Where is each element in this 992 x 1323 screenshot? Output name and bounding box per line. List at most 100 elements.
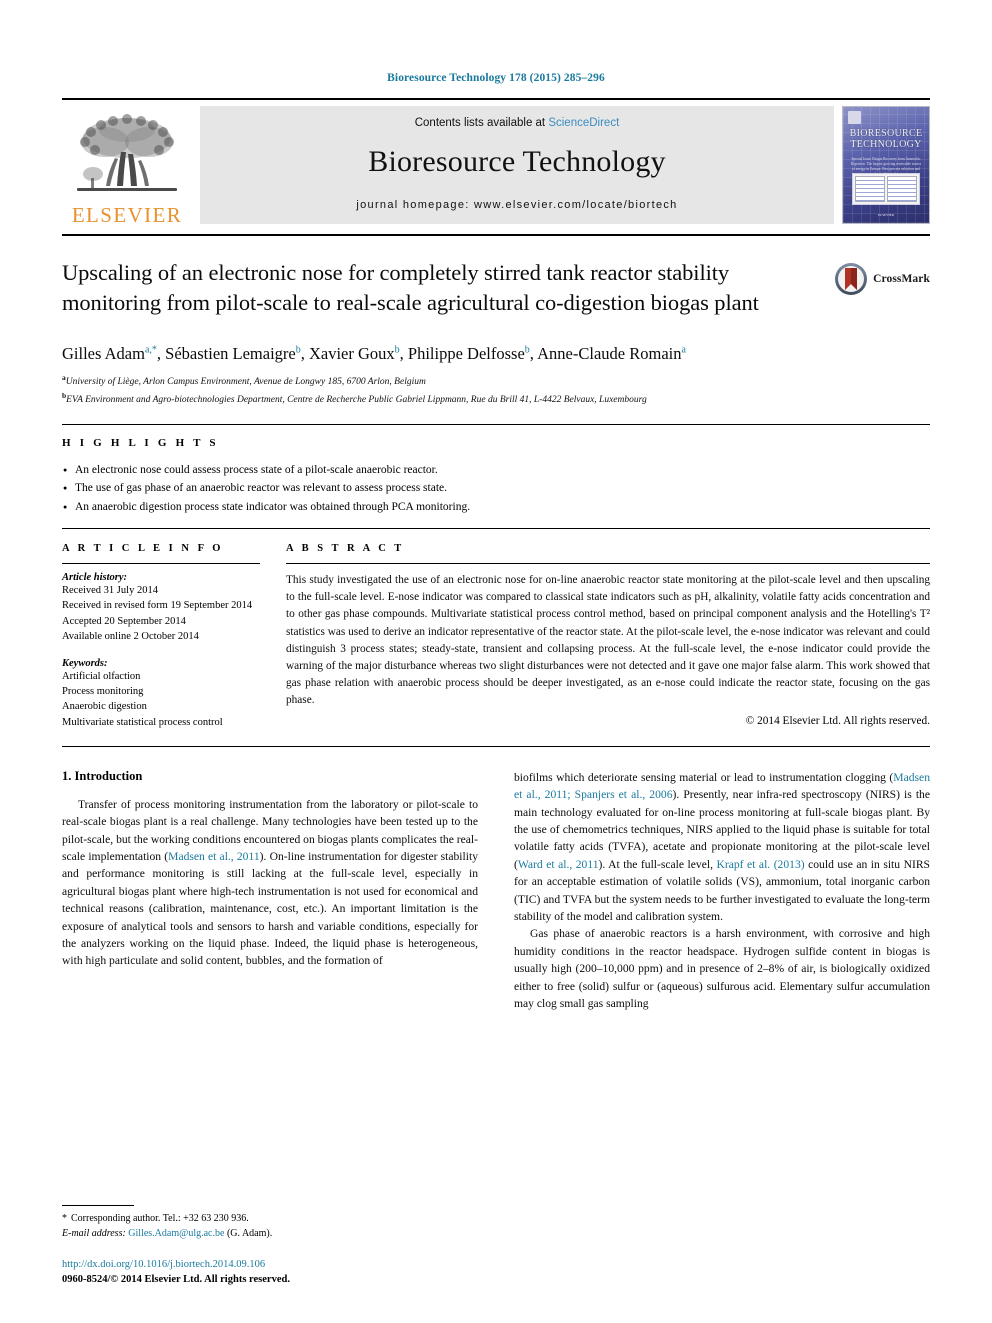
doi-block: http://dx.doi.org/10.1016/j.biortech.201… (62, 1257, 480, 1287)
author-name: Anne-Claude Romain (537, 343, 682, 363)
contents-available-line: Contents lists available at ScienceDirec… (415, 117, 620, 129)
keyword-item: Artificial olfaction (62, 670, 141, 682)
email-label: E-mail address: (62, 1227, 126, 1239)
info-abstract-section: A R T I C L E I N F O Article history: R… (62, 528, 930, 730)
author-name: Philippe Delfosse (407, 343, 525, 363)
history-online: Available online 2 October 2014 (62, 630, 199, 642)
abstract-copyright: © 2014 Elsevier Ltd. All rights reserved… (745, 715, 930, 728)
highlights-list: An electronic nose could assess process … (62, 461, 930, 516)
intro-paragraph-right-2: Gas phase of anaerobic reactors is a har… (514, 927, 930, 1010)
email-suffix: (G. Adam). (226, 1227, 273, 1239)
author-1: Sébastien Lemaigreb (165, 344, 301, 363)
running-head: Bioresource Technology 178 (2015) 285–29… (387, 72, 605, 84)
author-marks: a (681, 344, 686, 356)
email-link[interactable]: Gilles.Adam@ulg.ac.be (128, 1228, 224, 1239)
highlight-item: An anaerobic digestion process state ind… (62, 498, 930, 517)
intro-text-b: ). On-line instrumentation for digester … (62, 850, 478, 968)
journal-band: Contents lists available at ScienceDirec… (200, 106, 834, 224)
author-4: Anne-Claude Romaina (537, 344, 686, 363)
crossmark-column: CrossMark (812, 258, 930, 408)
author-3: Philippe Delfosseb (408, 344, 530, 363)
highlight-item: The use of gas phase of an anaerobic rea… (62, 479, 930, 498)
sciencedirect-link[interactable]: ScienceDirect (548, 117, 619, 129)
abstract-heading: A B S T R A C T (286, 543, 405, 555)
cover-title: BIORESOURCE TECHNOLOGY (843, 128, 929, 150)
issn-copyright: 0960-8524/© 2014 Elsevier Ltd. All right… (62, 1273, 290, 1285)
article-first-page: Bioresource Technology 178 (2015) 285–29… (0, 0, 992, 1323)
intro-text-a: biofilms which deteriorate sensing mater… (514, 770, 894, 784)
article-info-divider (62, 563, 260, 565)
body-column-left: 1. Introduction Transfer of process moni… (62, 769, 478, 1012)
doi-link[interactable]: http://dx.doi.org/10.1016/j.biortech.201… (62, 1257, 480, 1272)
highlight-item: An electronic nose could assess process … (62, 461, 930, 480)
article-info-heading: A R T I C L E I N F O (62, 543, 224, 555)
highlights-divider (62, 423, 930, 425)
email-note: E-mail address: Gilles.Adam@ulg.ac.be (G… (62, 1226, 480, 1241)
corresponding-text: Corresponding author. Tel.: +32 63 230 9… (71, 1212, 249, 1224)
affiliation-text: EVA Environment and Agro-biotechnologies… (66, 395, 647, 406)
abstract-divider (286, 563, 930, 565)
author-marks: a,* (144, 344, 157, 356)
footnote-divider (62, 1204, 134, 1206)
history-accepted: Accepted 20 September 2014 (62, 615, 186, 627)
keyword-item: Anaerobic digestion (62, 701, 147, 713)
cover-figure-right (887, 176, 917, 202)
author-name: Gilles Adam (62, 343, 145, 363)
cover-figure (852, 173, 920, 205)
author-sep: , (300, 343, 309, 363)
keyword-item: Process monitoring (62, 686, 144, 698)
history-received: Received 31 July 2014 (62, 585, 158, 597)
affiliation-text: University of Liège, Arlon Campus Enviro… (65, 377, 426, 388)
body-columns: 1. Introduction Transfer of process moni… (62, 769, 930, 1012)
author-sep: , (399, 343, 408, 363)
article-history-label: Article history: (62, 572, 128, 584)
affiliation-a: aUniversity of Liège, Arlon Campus Envir… (62, 372, 794, 390)
corresponding-star: * (62, 1212, 67, 1224)
journal-masthead: ELSEVIER Contents lists available at Sci… (62, 98, 930, 226)
author-name: Xavier Goux (308, 343, 395, 363)
journal-homepage-link[interactable]: journal homepage: www.elsevier.com/locat… (356, 199, 677, 211)
citation-link[interactable]: Krapf et al. (2013) (717, 858, 805, 871)
cover-figure-left (855, 176, 885, 202)
title-column: Upscaling of an electronic nose for comp… (62, 258, 812, 408)
body-divider (62, 745, 930, 747)
section-heading-introduction: 1. Introduction (62, 768, 143, 783)
crossmark-icon (835, 263, 868, 295)
affiliation-list: aUniversity of Liège, Arlon Campus Envir… (62, 372, 794, 408)
cover-elsevier-icon (848, 111, 861, 124)
citation-link[interactable]: Ward et al., 2011 (518, 858, 599, 871)
keyword-item: Multivariate statistical process control (62, 716, 223, 728)
elsevier-tree-icon (77, 114, 177, 191)
contents-prefix: Contents lists available at (414, 117, 549, 129)
journal-cover-thumbnail[interactable]: BIORESOURCE TECHNOLOGY Special Issue: Bi… (842, 106, 930, 224)
page-title: Upscaling of an electronic nose for comp… (62, 260, 759, 316)
abstract-column: A B S T R A C T This study investigated … (286, 543, 930, 730)
cover-title-line2: TECHNOLOGY (850, 138, 922, 150)
author-sep: , (156, 343, 166, 363)
author-2: Xavier Gouxb (309, 344, 400, 363)
history-revised: Received in revised form 19 September 20… (62, 600, 253, 612)
crossmark-badge[interactable]: CrossMark (834, 262, 930, 296)
author-name: Sébastien Lemaigre (165, 343, 296, 363)
elsevier-logo: ELSEVIER (62, 106, 192, 226)
author-list: Gilles Adama,*, Sébastien Lemaigreb, Xav… (62, 343, 794, 364)
journal-title: Bioresource Technology (368, 145, 666, 178)
elsevier-wordmark: ELSEVIER (71, 203, 183, 227)
intro-text-c: ). At the full-scale level, (598, 857, 717, 871)
highlights-heading: H I G H L I G H T S (62, 436, 219, 449)
corresponding-author-note: * Corresponding author. Tel.: +32 63 230 … (62, 1211, 480, 1226)
footnote-block: * Corresponding author. Tel.: +32 63 230 … (62, 1204, 480, 1287)
author-0: Gilles Adama,* (62, 344, 157, 363)
affiliation-b: bEVA Environment and Agro-biotechnologie… (62, 390, 794, 408)
citation-link[interactable]: Madsen et al., 2011 (168, 850, 260, 863)
body-column-right: biofilms which deteriorate sensing mater… (514, 769, 930, 1012)
intro-paragraph-left: Transfer of process monitoring instrumen… (62, 796, 478, 970)
intro-paragraph-right-1: biofilms which deteriorate sensing mater… (514, 769, 930, 926)
title-block: Upscaling of an electronic nose for comp… (62, 236, 930, 408)
cover-footer: ELSEVIER (877, 212, 894, 217)
keywords-label: Keywords: (62, 657, 108, 669)
abstract-text: This study investigated the use of an el… (286, 574, 930, 707)
article-info-column: A R T I C L E I N F O Article history: R… (62, 543, 286, 730)
crossmark-label: CrossMark (873, 273, 930, 285)
